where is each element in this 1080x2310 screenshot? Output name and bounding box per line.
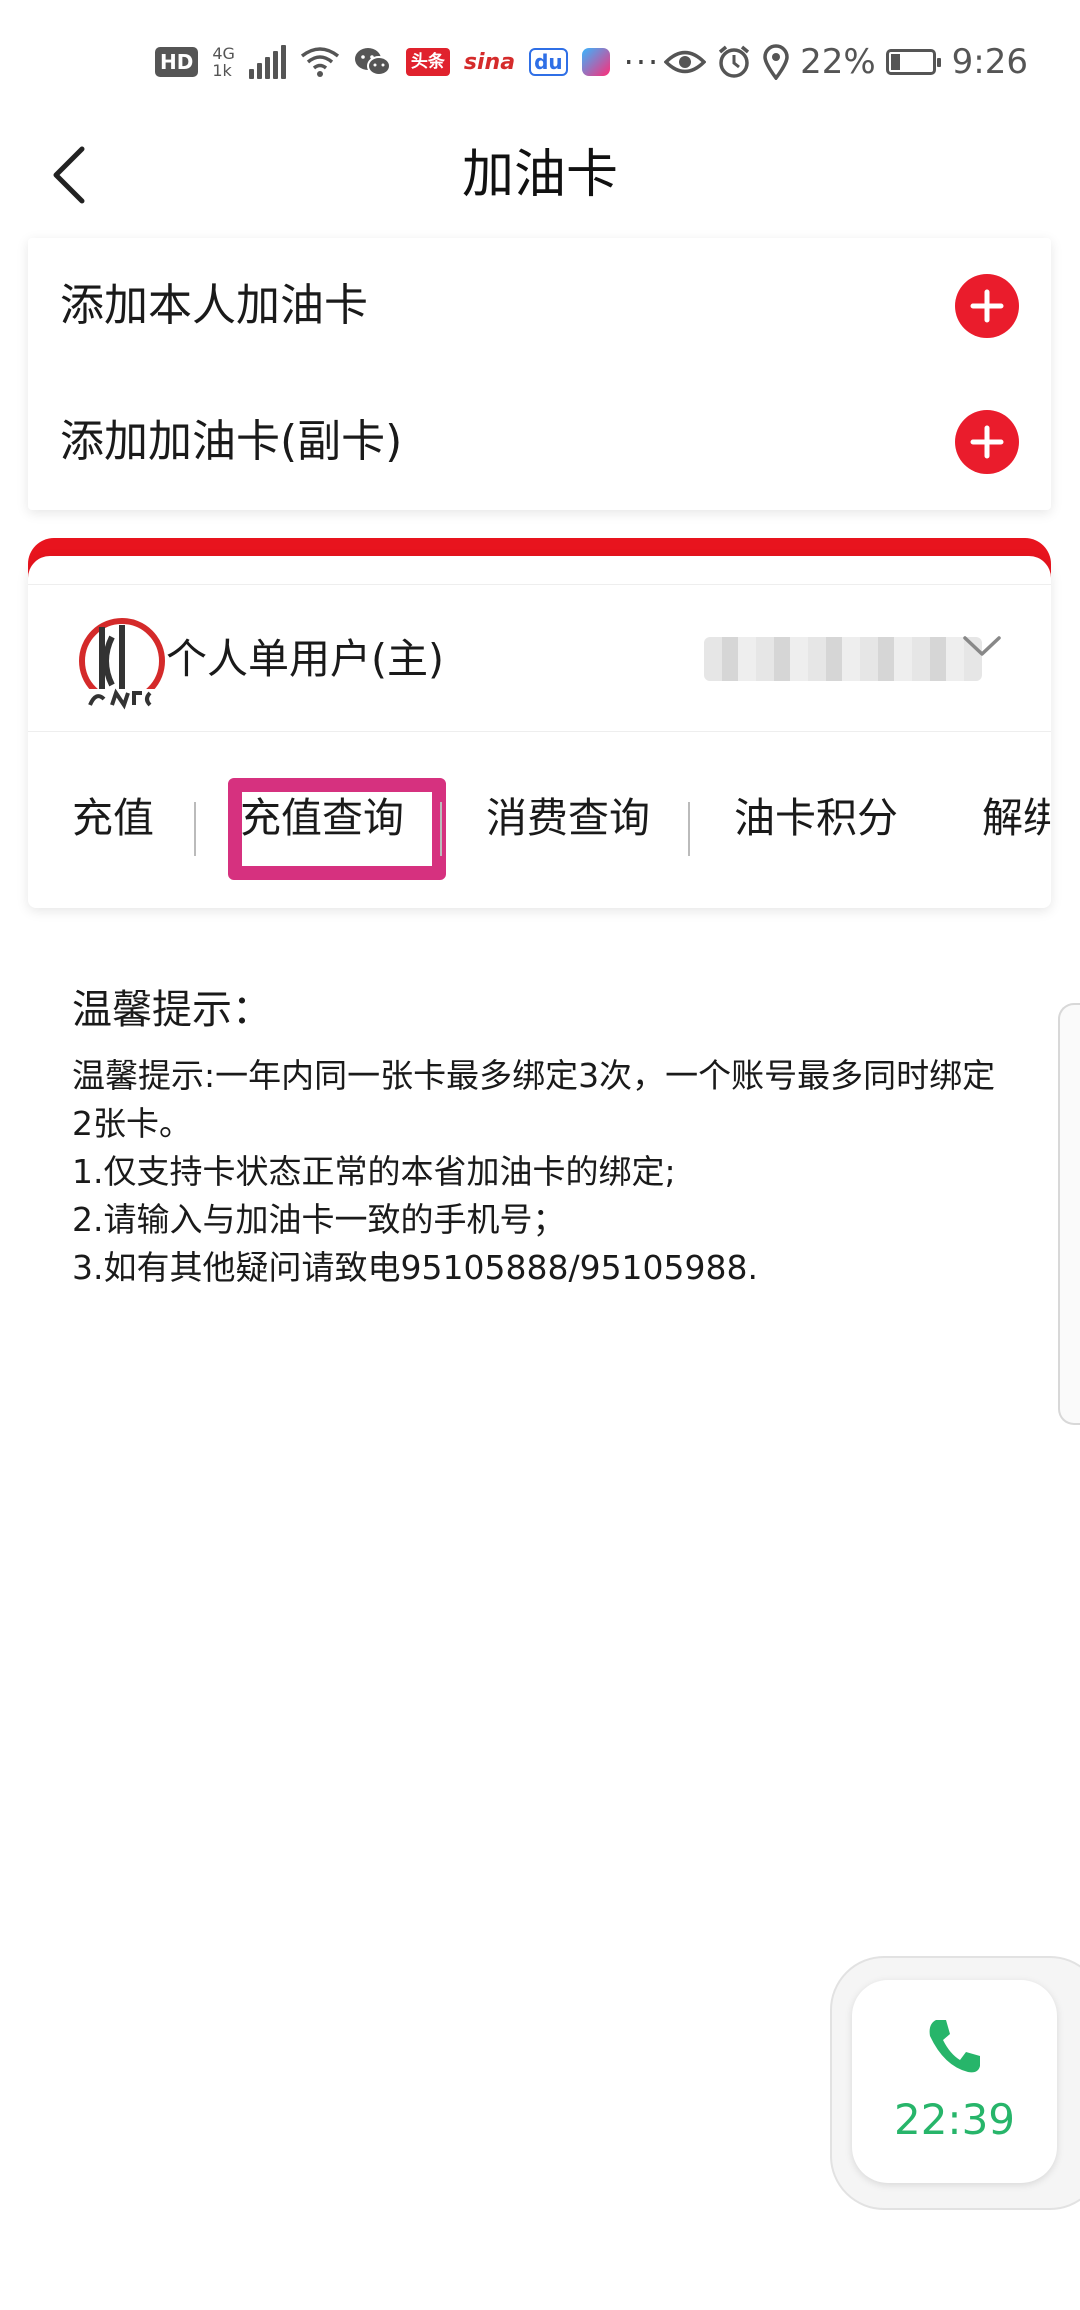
card-action-tabs: 充值 充值查询 消费查询 油卡积分 解绑 [28,752,1051,892]
wechat-icon [354,46,392,78]
tab-unbind[interactable]: 解绑 [982,788,1051,848]
tips-line: 2.请输入与加油卡一致的手机号； [72,1200,566,1239]
expand-card-button[interactable] [957,621,1007,671]
add-own-card-label: 添加本人加油卡 [60,280,368,331]
status-right: 22% 9:26 [664,36,1028,88]
sinopec-logo [72,615,172,715]
tips-line: 1.仅支持卡状态正常的本省加油卡的绑定; [72,1152,676,1191]
signal-icon [248,45,286,79]
tips-line: 温馨提示:一年内同一张卡最多绑定3次，一个账号最多同时绑定2张卡。 [72,1056,996,1143]
phone-icon [922,2014,986,2078]
toutiao-icon: 头条 [405,48,450,76]
status-bar: HD 4G 1k 头条 sina du ··· 22% 9:26 [0,0,1080,125]
alarm-icon [716,44,752,80]
tips-section: 温馨提示： 温馨提示:一年内同一张卡最多绑定3次，一个账号最多同时绑定2张卡。 … [72,980,1012,1292]
youku-icon [581,48,610,76]
add-card-panel: 添加本人加油卡 添加加油卡(副卡) [28,238,1051,510]
battery-percent: 22% [800,42,876,82]
ongoing-call-widget[interactable]: 22:39 [852,1980,1057,2183]
network-speed-label: 1k [212,61,232,80]
add-secondary-card-label: 添加加油卡(副卡) [60,416,403,467]
plus-icon [970,289,1004,323]
tab-divider [688,802,690,856]
tab-divider [194,802,196,856]
call-duration: 22:39 [893,2095,1016,2144]
more-notifications-icon: ··· [623,43,661,81]
tips-line: 3.如有其他疑问请致电95105888/95105988. [72,1248,759,1287]
eye-icon [664,47,707,77]
tab-consume-query[interactable]: 消费查询 [486,788,650,848]
tips-title: 温馨提示： [72,987,272,1033]
location-icon [762,44,790,80]
status-left: HD 4G 1k 头条 sina du ··· [155,36,660,88]
clock: 9:26 [951,42,1028,82]
plus-icon [970,425,1004,459]
network-type: 4G 1k [212,45,235,79]
card-header[interactable]: 个人单用户(主) [28,584,1051,732]
tab-card-points[interactable]: 油卡积分 [734,788,898,848]
add-own-card-button[interactable] [955,274,1019,338]
hd-badge: HD [155,47,199,77]
side-drawer-handle[interactable] [1058,1003,1080,1425]
battery-fill [890,54,900,70]
tab-recharge[interactable]: 充值 [72,788,154,848]
chevron-down-icon [963,636,1001,656]
masked-card-number [704,637,982,681]
network-type-label: 4G [212,44,235,63]
fuel-card-panel: 个人单用户(主) 充值 充值查询 消费查询 油卡积分 解绑 [28,556,1051,908]
sina-icon: sina [463,49,516,75]
baidu-icon: du [529,48,568,76]
battery-icon [885,49,941,75]
add-own-card-row[interactable]: 添加本人加油卡 [28,238,1051,374]
add-secondary-card-row[interactable]: 添加加油卡(副卡) [28,374,1051,510]
add-secondary-card-button[interactable] [955,410,1019,474]
app-screen: HD 4G 1k 头条 sina du ··· 22% 9:26 加油卡 添加本… [0,0,1080,2310]
highlight-box [228,778,446,880]
tab-divider [440,802,442,856]
wifi-icon [300,46,340,78]
card-user-type: 个人单用户(主) [166,635,444,683]
page-title: 加油卡 [461,145,618,205]
